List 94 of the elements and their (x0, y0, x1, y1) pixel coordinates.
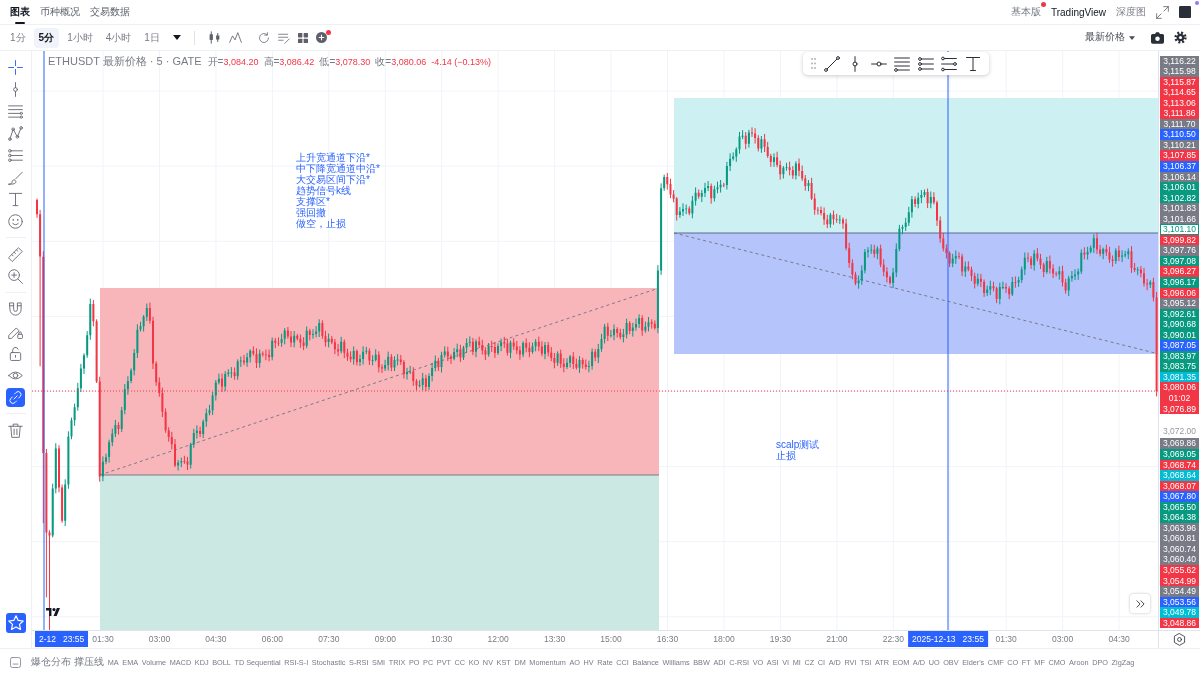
price-label: 3,090.01 (1160, 329, 1199, 341)
price-label: 3,116.22 (1160, 55, 1199, 67)
time-label: 09:00 (374, 634, 396, 644)
annotation-text: 支撑区* (296, 196, 330, 207)
date-text: 2-12 (39, 634, 56, 644)
price-label: 3,067.80 (1160, 491, 1199, 502)
price-label: 3,110.21 (1160, 139, 1199, 151)
price-label: 3,060.40 (1160, 554, 1199, 565)
time-text: 23:55 (63, 634, 85, 644)
time-label: 21:00 (826, 634, 848, 644)
price-label: 3,087.05 (1160, 340, 1199, 351)
price-label: 3,096.06 (1160, 287, 1199, 299)
time-label: 19:30 (769, 634, 792, 644)
time-label: 06:00 (261, 634, 284, 644)
price-label: 3,101.10 (1160, 224, 1199, 235)
annotation-text: 中下降宽通道中沿* (296, 163, 380, 174)
price-label: 3,115.98 (1160, 66, 1199, 77)
price-label: 3,106.37 (1160, 160, 1199, 172)
price-tick: 3,072.00 (1161, 426, 1198, 438)
price-label: 3,055.62 (1160, 565, 1199, 576)
price-label: 3,064.38 (1160, 512, 1199, 523)
price-change: -4.14 (−0.13%) (431, 57, 491, 67)
ohlc-label: 开= (207, 55, 224, 69)
ohlc-value: 3,080.06 (391, 57, 427, 67)
price-label: 3,096.17 (1160, 277, 1199, 288)
time-label: 12:00 (487, 634, 509, 644)
time-label: 01:30 (995, 634, 1017, 644)
time-label: 10:30 (431, 634, 453, 644)
price-label: 3,097.08 (1160, 255, 1199, 267)
price-label: 3,083.97 (1160, 350, 1199, 362)
time-label: 16:30 (656, 634, 679, 644)
price-label: 3,068.74 (1160, 459, 1199, 471)
annotation-text: 上升宽通道下沿* (296, 152, 371, 163)
ohlc-label: 高= (263, 55, 280, 69)
time-label: 04:30 (205, 634, 227, 644)
price-label: 3,069.05 (1160, 448, 1199, 460)
ohlc-value: 3,078.30 (335, 57, 371, 67)
annotation-text: 趋势信号k线 (296, 185, 351, 196)
price-label: 3,063.96 (1160, 522, 1199, 534)
price-label: 3,102.82 (1160, 192, 1199, 204)
ohlc-label: 收= (375, 55, 392, 69)
ohlc-label: 低= (319, 55, 336, 69)
price-label: 3,060.81 (1160, 533, 1199, 544)
time-label: 04:30 (1108, 634, 1130, 644)
time-label: 03:00 (148, 634, 171, 644)
annotation-text: 大交易区间下沿* (296, 174, 370, 185)
price-label: 3,069.86 (1160, 438, 1199, 449)
price-label: 3,076.89 (1160, 403, 1199, 415)
price-label: 3,065.50 (1160, 501, 1199, 513)
price-text: 3,080.06 (1161, 382, 1198, 393)
price-label: 3,106.01 (1160, 182, 1199, 193)
price-label: 3,110.50 (1160, 129, 1199, 140)
price-label: 3,114.65 (1160, 87, 1199, 98)
price-label: 3,099.82 (1160, 234, 1199, 246)
price-label: 3,106.14 (1160, 171, 1199, 183)
price-label: 3,101.66 (1160, 213, 1199, 225)
price-label: 3,053.56 (1160, 596, 1199, 608)
time-label: 01:30 (92, 634, 114, 644)
price-label: 3,101.83 (1160, 203, 1199, 214)
price-label: 3,092.61 (1160, 308, 1199, 320)
price-label: 3,068.07 (1160, 480, 1199, 492)
price-label: 3,054.99 (1160, 575, 1199, 587)
annotation-text: scalp测试 (776, 439, 820, 450)
annotation-text: 止损 (776, 450, 796, 461)
price-label: 3,111.70 (1160, 118, 1199, 130)
annotation-text: 做空，止损 (296, 218, 347, 229)
time-label: 03:00 (1052, 634, 1074, 644)
price-label: 3,068.64 (1160, 470, 1199, 481)
date-text: 2025-12-13 (912, 634, 956, 644)
time-label: 18:00 (713, 634, 735, 644)
price-label: 3,113.06 (1160, 97, 1199, 109)
price-label: 3,049.78 (1160, 607, 1199, 618)
price-label: 3,090.68 (1160, 319, 1199, 330)
price-label: 3,054.49 (1160, 586, 1199, 597)
price-label: 3,107.85 (1160, 150, 1199, 161)
time-label: 22:30 (882, 634, 904, 644)
time-label: 07:30 (318, 634, 340, 644)
price-label: 3,111.86 (1160, 108, 1199, 119)
time-label: 13:30 (543, 634, 566, 644)
price-label: 3,083.75 (1160, 361, 1199, 372)
time-text: 23:55 (962, 634, 984, 644)
ohlc-value: 3,086.42 (279, 57, 315, 67)
countdown-text: 01:02 (1167, 393, 1192, 404)
symbol-title: ETHUSDT 最新价格 · 5 · GATE (48, 54, 202, 69)
annotation-text: 强回撤 (296, 207, 326, 218)
price-label: 3,060.74 (1160, 543, 1199, 555)
price-label: 3,048.86 (1160, 617, 1199, 629)
ohlc-value: 3,084.20 (223, 57, 259, 67)
price-label: 3,081.35 (1160, 371, 1199, 383)
price-label: 3,096.27 (1160, 266, 1199, 277)
price-label: 3,097.76 (1160, 245, 1199, 256)
price-label: 3,095.12 (1160, 298, 1199, 309)
time-label: 15:00 (600, 634, 622, 644)
price-label: 3,115.87 (1160, 76, 1199, 88)
